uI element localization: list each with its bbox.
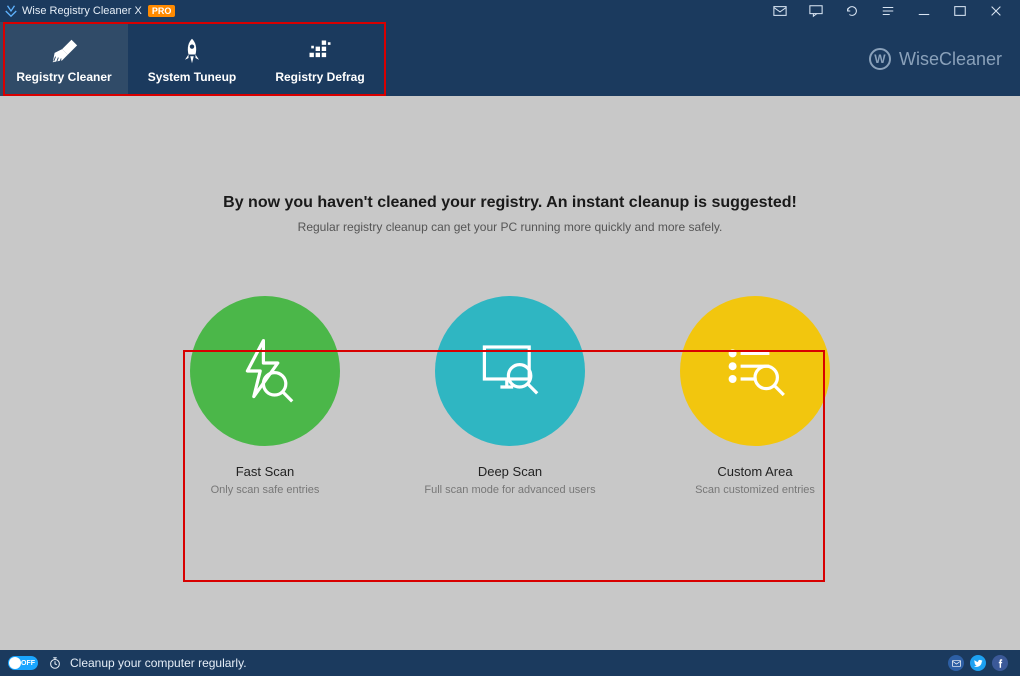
- brand-circle: W: [869, 48, 891, 70]
- tab-label: Registry Cleaner: [16, 70, 111, 84]
- deep-scan-icon: [435, 296, 585, 446]
- social-facebook-icon[interactable]: [992, 655, 1008, 671]
- toggle-label: OFF: [21, 660, 35, 667]
- option-label: Custom Area: [717, 464, 792, 479]
- brand-text: WiseCleaner: [899, 49, 1002, 70]
- mail-icon[interactable]: [772, 3, 788, 19]
- fast-scan-icon: [190, 296, 340, 446]
- option-desc: Full scan mode for advanced users: [424, 483, 595, 497]
- toggle-knob: [9, 657, 21, 669]
- brand-logo[interactable]: W WiseCleaner: [869, 22, 1002, 96]
- app-title: Wise Registry Cleaner X: [22, 5, 142, 17]
- tab-system-tuneup[interactable]: System Tuneup: [128, 22, 256, 96]
- main-content: By now you haven't cleaned your registry…: [0, 96, 1020, 650]
- refresh-icon[interactable]: [844, 3, 860, 19]
- rocket-icon: [178, 34, 206, 68]
- option-label: Fast Scan: [236, 464, 295, 479]
- subheadline: Regular registry cleanup can get your PC…: [0, 220, 1020, 234]
- status-bar: OFF Cleanup your computer regularly.: [0, 650, 1020, 676]
- broom-icon: [49, 34, 79, 68]
- option-label: Deep Scan: [478, 464, 542, 479]
- option-desc: Scan customized entries: [695, 483, 815, 497]
- social-links: [948, 655, 1012, 671]
- menu-icon[interactable]: [880, 3, 896, 19]
- schedule-toggle[interactable]: OFF: [8, 656, 38, 670]
- window-controls: [772, 3, 1016, 19]
- scan-options: Fast Scan Only scan safe entries Deep Sc…: [0, 296, 1020, 497]
- defrag-icon: [306, 34, 334, 68]
- option-desc: Only scan safe entries: [211, 483, 320, 497]
- tab-label: System Tuneup: [148, 70, 236, 84]
- title-bar: Wise Registry Cleaner X PRO: [0, 0, 1020, 22]
- feedback-icon[interactable]: [808, 3, 824, 19]
- headline: By now you haven't cleaned your registry…: [0, 96, 1020, 212]
- pro-badge: PRO: [148, 5, 176, 17]
- option-deep-scan[interactable]: Deep Scan Full scan mode for advanced us…: [423, 296, 598, 497]
- clock-icon: [48, 656, 62, 670]
- tab-label: Registry Defrag: [275, 70, 364, 84]
- minimize-button[interactable]: [916, 3, 932, 19]
- social-twitter-icon[interactable]: [970, 655, 986, 671]
- tab-registry-cleaner[interactable]: Registry Cleaner: [0, 22, 128, 96]
- main-toolbar: Registry Cleaner System Tuneup Registry …: [0, 22, 1020, 96]
- close-button[interactable]: [988, 3, 1004, 19]
- tab-registry-defrag[interactable]: Registry Defrag: [256, 22, 384, 96]
- app-icon: [4, 4, 18, 18]
- status-message: Cleanup your computer regularly.: [70, 656, 247, 670]
- custom-area-icon: [680, 296, 830, 446]
- maximize-button[interactable]: [952, 3, 968, 19]
- option-custom-area[interactable]: Custom Area Scan customized entries: [668, 296, 843, 497]
- option-fast-scan[interactable]: Fast Scan Only scan safe entries: [178, 296, 353, 497]
- social-mail-icon[interactable]: [948, 655, 964, 671]
